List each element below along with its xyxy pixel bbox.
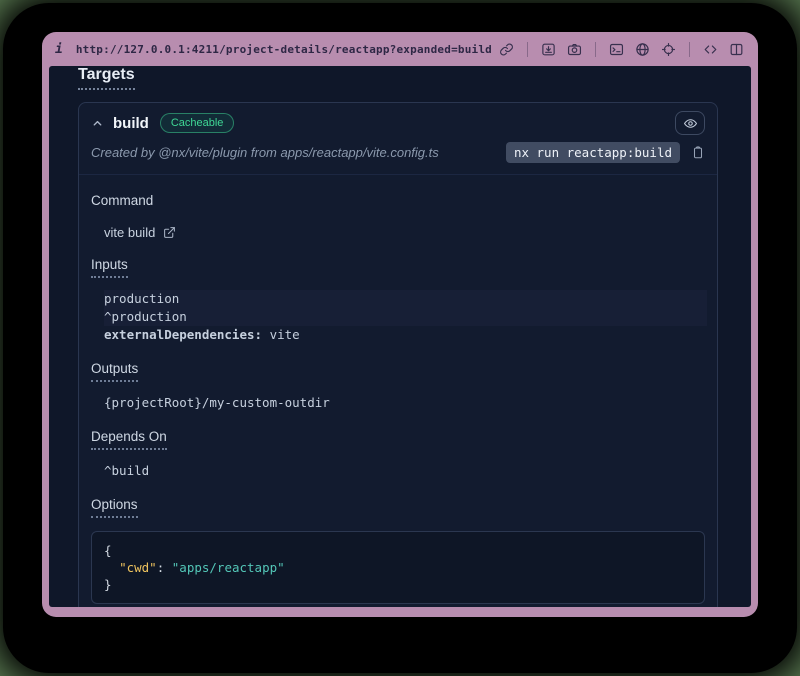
copy-command-button[interactable] bbox=[691, 145, 705, 160]
input-named-value: vite bbox=[262, 327, 300, 342]
clipboard-icon bbox=[691, 145, 705, 160]
input-named-key: externalDependencies: bbox=[104, 327, 262, 342]
eye-icon bbox=[683, 116, 698, 131]
depends-on-item: ^build bbox=[104, 462, 705, 480]
inputs-group: production ^production bbox=[104, 290, 707, 326]
code-key-cwd: "cwd" bbox=[119, 560, 157, 575]
info-icon: i bbox=[55, 42, 63, 57]
target-card-build: build Cacheable Created by @nx/vite/plug… bbox=[78, 102, 718, 607]
cacheable-badge: Cacheable bbox=[160, 113, 235, 133]
depends-on-heading: Depends On bbox=[91, 429, 167, 450]
depends-on-section: Depends On ^build bbox=[91, 428, 705, 480]
external-link-icon[interactable] bbox=[163, 226, 176, 239]
toolbar-divider bbox=[527, 42, 528, 57]
target-name-build: build bbox=[113, 115, 149, 132]
view-target-build-button[interactable] bbox=[675, 111, 705, 135]
crosshair-icon[interactable] bbox=[660, 41, 677, 58]
project-details-page: Targets build Cacheable Created by @nx/v… bbox=[49, 66, 751, 607]
address-url: http://127.0.0.1:4211/project-details/re… bbox=[76, 43, 492, 56]
page-title: Targets bbox=[78, 66, 135, 90]
build-card-body: Command vite build Inputs production ^pr… bbox=[79, 175, 717, 607]
inputs-heading: Inputs bbox=[91, 257, 128, 278]
created-by-row: Created by @nx/vite/plugin from apps/rea… bbox=[79, 137, 717, 175]
chevron-up-icon bbox=[91, 117, 104, 130]
options-section: Options { "cwd": "apps/reactapp" } bbox=[91, 496, 705, 604]
split-panel-icon[interactable] bbox=[728, 41, 745, 58]
command-section: Command vite build bbox=[91, 192, 705, 240]
code-brace-open: { bbox=[104, 543, 112, 558]
run-command-chip: nx run reactapp:build bbox=[506, 142, 680, 163]
inputs-section: Inputs production ^production externalDe… bbox=[91, 256, 705, 344]
toolbar-divider bbox=[689, 42, 690, 57]
outputs-section: Outputs {projectRoot}/my-custom-outdir bbox=[91, 360, 705, 412]
build-card-header[interactable]: build Cacheable bbox=[79, 103, 717, 137]
command-value: vite build bbox=[104, 225, 155, 240]
code-icon[interactable] bbox=[702, 41, 719, 58]
options-code-block: { "cwd": "apps/reactapp" } bbox=[91, 531, 705, 604]
outputs-heading: Outputs bbox=[91, 361, 138, 382]
camera-icon[interactable] bbox=[566, 41, 583, 58]
input-item-named: externalDependencies: vite bbox=[104, 326, 705, 344]
output-item: {projectRoot}/my-custom-outdir bbox=[104, 394, 705, 412]
command-heading: Command bbox=[91, 193, 153, 208]
link-icon[interactable] bbox=[498, 41, 515, 58]
code-brace-close: } bbox=[104, 577, 112, 592]
input-item: ^production bbox=[104, 308, 707, 326]
code-value-cwd: "apps/reactapp" bbox=[172, 560, 285, 575]
input-item: production bbox=[104, 290, 707, 308]
options-heading: Options bbox=[91, 497, 138, 518]
globe-icon[interactable] bbox=[634, 41, 651, 58]
browser-toolbar: i http://127.0.0.1:4211/project-details/… bbox=[42, 32, 758, 66]
toolbar-divider bbox=[595, 42, 596, 57]
download-icon[interactable] bbox=[540, 41, 557, 58]
terminal-icon[interactable] bbox=[608, 41, 625, 58]
created-by-text: Created by @nx/vite/plugin from apps/rea… bbox=[91, 145, 439, 160]
browser-window: i http://127.0.0.1:4211/project-details/… bbox=[42, 32, 758, 617]
